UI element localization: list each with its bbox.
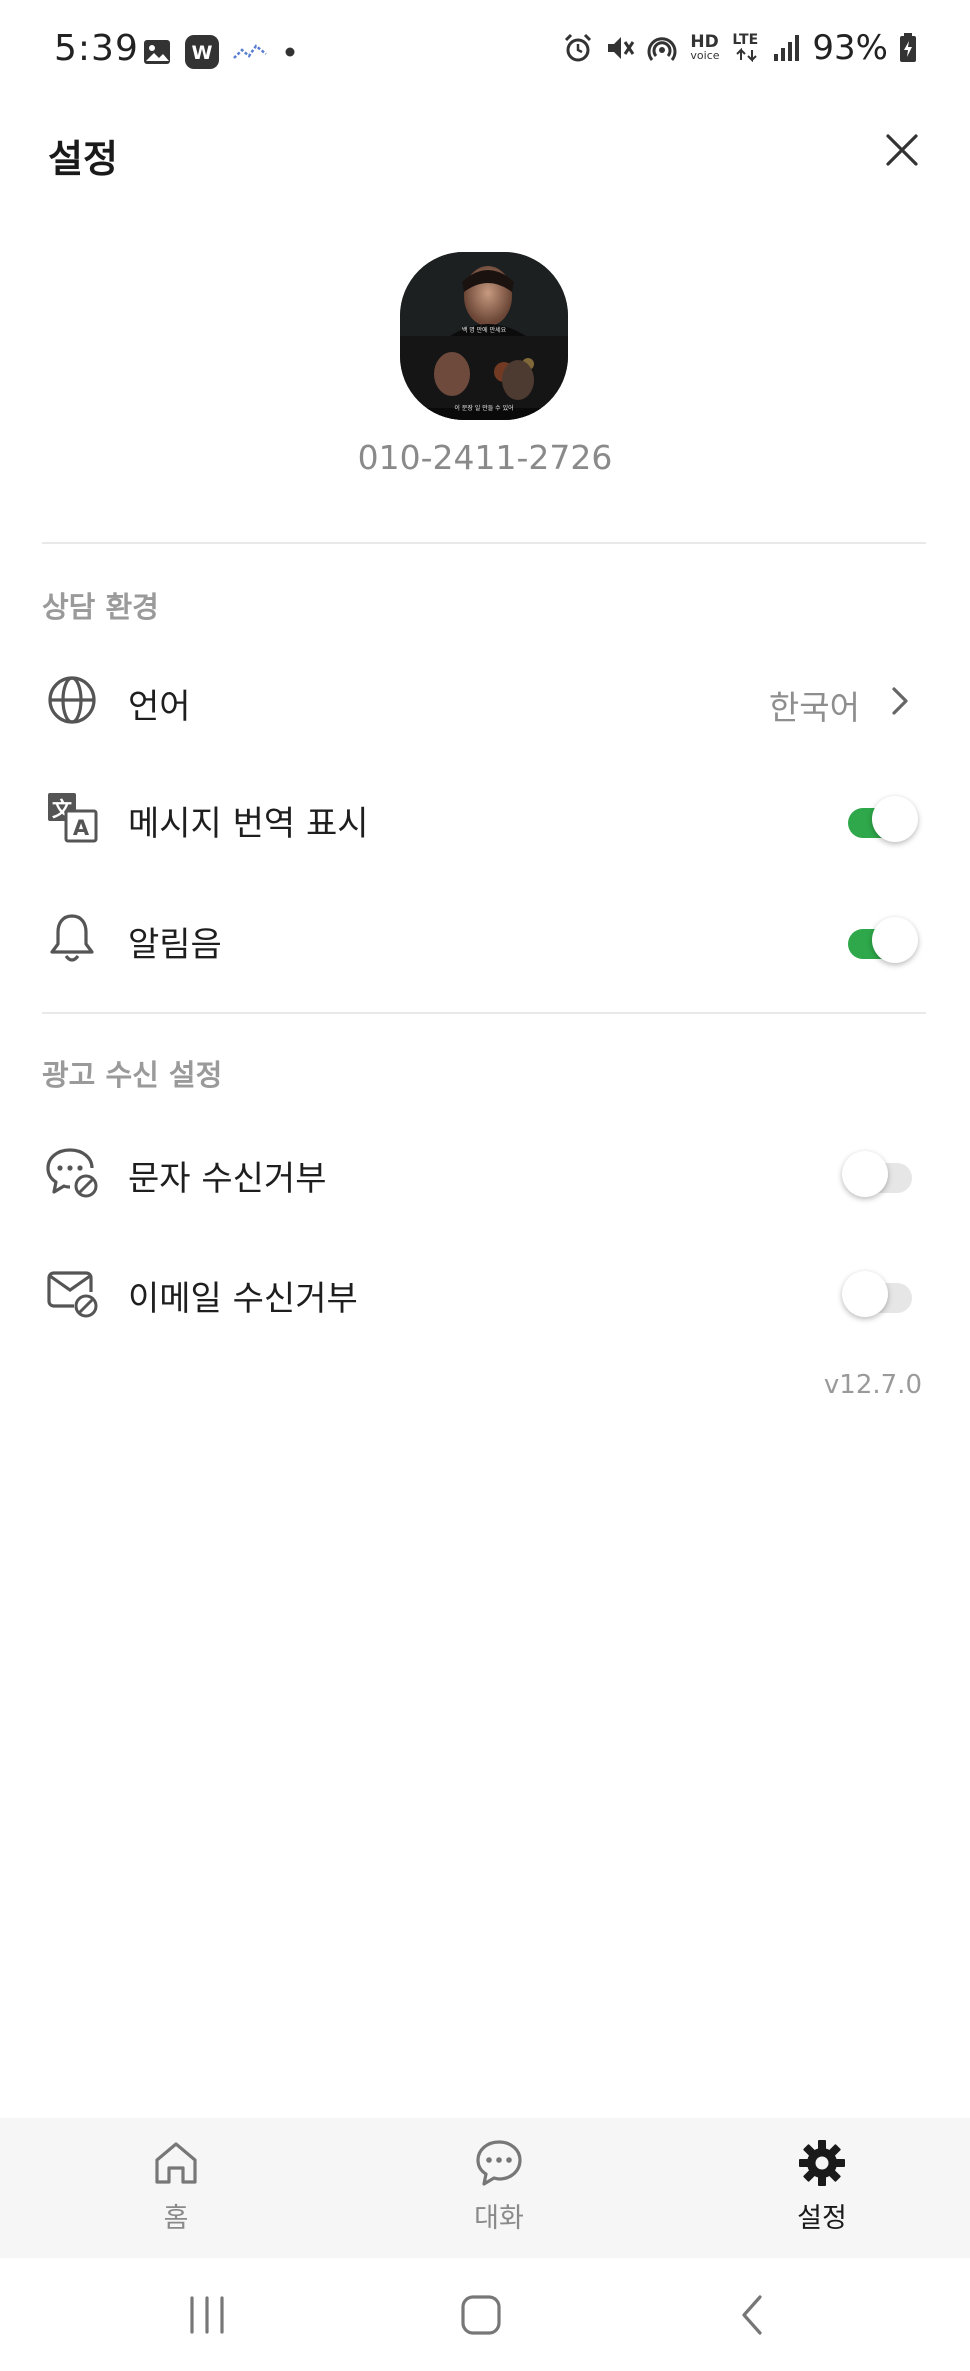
language-label: 언어 bbox=[128, 687, 191, 727]
chat-icon bbox=[476, 2140, 522, 2186]
nav-settings[interactable]: 설정 bbox=[722, 2138, 922, 2248]
globe-icon bbox=[48, 676, 96, 724]
nav-chat-label: 대화 bbox=[474, 2203, 524, 2234]
chevron-right-icon bbox=[892, 687, 908, 715]
sound-toggle[interactable] bbox=[842, 915, 918, 963]
recent-apps-icon bbox=[190, 2296, 224, 2334]
translate-toggle[interactable] bbox=[842, 794, 918, 842]
header: 설정 bbox=[0, 104, 970, 204]
lte-label: LTE bbox=[732, 32, 759, 48]
alarm-icon bbox=[565, 33, 592, 62]
status-bar: 5:39 W HD voice LTE 93% bbox=[0, 0, 970, 104]
sound-label: 알림음 bbox=[128, 925, 222, 965]
email-label: 이메일 수신거부 bbox=[128, 1279, 358, 1319]
home-system-button[interactable] bbox=[456, 2292, 506, 2338]
page-title: 설정 bbox=[48, 137, 118, 181]
mail-blocked-icon bbox=[47, 1271, 98, 1318]
nav-settings-label: 설정 bbox=[797, 2203, 847, 2234]
system-nav-bar bbox=[0, 2258, 970, 2371]
sms-label: 문자 수신거부 bbox=[128, 1159, 327, 1199]
signal-icon bbox=[774, 35, 800, 61]
status-time: 5:39 bbox=[54, 28, 139, 69]
sms-toggle[interactable] bbox=[842, 1149, 918, 1197]
image-icon bbox=[144, 40, 170, 64]
avatar-caption-bottom: 이 문장 일 만들 수 있어 bbox=[454, 404, 513, 412]
nav-home[interactable]: 홈 bbox=[76, 2138, 276, 2248]
avatar[interactable]: 백 명 만에 만세요 이 문장 일 만들 수 있어 bbox=[400, 252, 568, 420]
svg-text:A: A bbox=[73, 816, 90, 840]
w-app-icon: W bbox=[185, 35, 219, 69]
toggle-knob bbox=[872, 796, 918, 842]
dot-icon bbox=[285, 47, 295, 57]
toggle-knob bbox=[842, 1271, 888, 1317]
divider bbox=[42, 542, 926, 544]
section-title-consult: 상담 환경 bbox=[42, 590, 159, 624]
divider bbox=[42, 1012, 926, 1014]
language-row[interactable]: 언어 한국어 bbox=[0, 645, 970, 755]
recent-apps-button[interactable] bbox=[182, 2292, 232, 2338]
home-square-icon bbox=[461, 2295, 501, 2335]
email-toggle[interactable] bbox=[842, 1269, 918, 1317]
sms-row: 문자 수신거부 bbox=[0, 1117, 970, 1227]
home-icon bbox=[155, 2142, 197, 2184]
back-button[interactable] bbox=[728, 2292, 778, 2338]
phone-number: 010-2411-2726 bbox=[357, 438, 613, 477]
avatar-caption-top: 백 명 만에 만세요 bbox=[462, 326, 507, 334]
chat-blocked-icon bbox=[46, 1148, 98, 1198]
avatar-image: 백 명 만에 만세요 이 문장 일 만들 수 있어 bbox=[400, 252, 568, 420]
section-title-ads: 광고 수신 설정 bbox=[42, 1058, 223, 1092]
close-button[interactable] bbox=[876, 124, 928, 176]
nav-chat[interactable]: 대화 bbox=[399, 2138, 599, 2248]
hotspot-icon bbox=[647, 37, 677, 61]
bell-icon bbox=[50, 914, 94, 962]
toggle-knob bbox=[842, 1151, 888, 1197]
voice-label: voice bbox=[690, 49, 720, 62]
close-icon bbox=[886, 134, 918, 166]
translate-label: 메시지 번역 표시 bbox=[128, 804, 369, 844]
lte-icon: LTE bbox=[732, 32, 762, 64]
activity-icon bbox=[233, 44, 267, 59]
translate-icon: 文 A bbox=[48, 793, 98, 843]
status-left-icons: W bbox=[142, 34, 300, 70]
bottom-nav: 홈 대화 설정 bbox=[0, 2118, 970, 2258]
toggle-knob bbox=[872, 917, 918, 963]
mute-icon bbox=[608, 37, 635, 59]
translate-row: 文 A 메시지 번역 표시 bbox=[0, 762, 970, 872]
language-value: 한국어 bbox=[768, 688, 860, 727]
back-icon bbox=[742, 2295, 762, 2335]
gear-icon bbox=[799, 2140, 845, 2186]
hd-voice-icon: HD voice bbox=[688, 32, 722, 64]
nav-home-label: 홈 bbox=[163, 2203, 189, 2234]
battery-percent: 93% bbox=[812, 28, 888, 68]
sound-row: 알림음 bbox=[0, 883, 970, 993]
status-right-icons: HD voice LTE 93% bbox=[562, 28, 918, 68]
svg-text:W: W bbox=[192, 42, 213, 64]
email-row: 이메일 수신거부 bbox=[0, 1237, 970, 1347]
battery-charging-icon bbox=[900, 33, 916, 62]
app-version: v12.7.0 bbox=[823, 1370, 922, 1400]
